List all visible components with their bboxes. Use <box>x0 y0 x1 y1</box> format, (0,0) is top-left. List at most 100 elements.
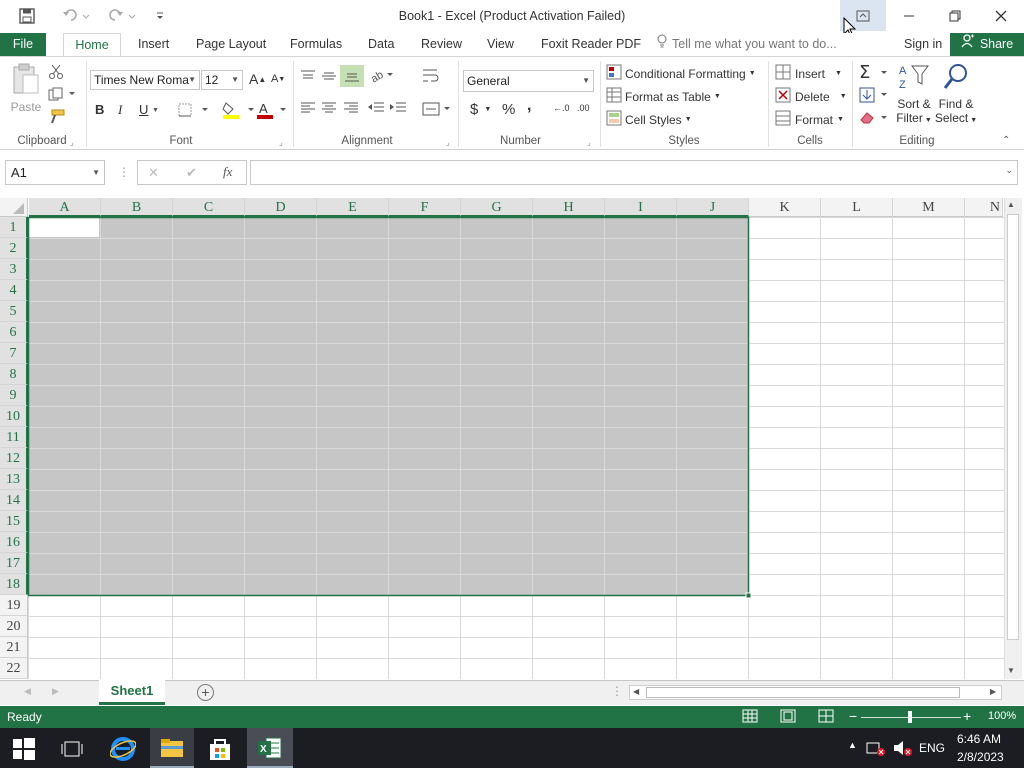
comma-button[interactable]: , <box>527 97 531 115</box>
insert-cells-button[interactable]: Insert ▼ <box>775 64 842 83</box>
chevron-down-icon[interactable]: ⌄ <box>1005 165 1013 176</box>
merge-center-icon[interactable] <box>422 101 452 117</box>
tab-formulas[interactable]: Formulas <box>290 33 342 56</box>
close-button[interactable] <box>978 0 1024 31</box>
underline-button[interactable]: U <box>139 102 148 117</box>
column-header-h[interactable]: H <box>533 198 605 217</box>
fill-color-icon[interactable] <box>222 101 256 119</box>
page-layout-view-icon[interactable] <box>780 709 796 726</box>
name-box[interactable]: A1 ▼ <box>5 160 105 185</box>
grow-font-button[interactable]: A ▲ <box>249 71 266 87</box>
horizontal-scrollbar[interactable]: ◀ ▶ <box>629 685 1002 700</box>
column-header-j[interactable]: J <box>677 198 749 217</box>
row-header-19[interactable]: 19 <box>0 595 28 616</box>
share-button[interactable]: Share <box>950 33 1024 56</box>
row-header-5[interactable]: 5 <box>0 301 28 322</box>
row-header-2[interactable]: 2 <box>0 238 28 259</box>
sheet-tab-sheet1[interactable]: Sheet1 <box>99 680 165 705</box>
format-as-table-button[interactable]: Format as Table ▼ <box>606 87 721 106</box>
font-launcher-icon[interactable]: ⌟ <box>279 138 283 147</box>
chevron-down-icon[interactable]: ▼ <box>152 107 159 114</box>
task-view-icon[interactable] <box>61 740 83 761</box>
scroll-right-icon[interactable]: ▶ <box>990 687 996 696</box>
store-icon[interactable] <box>207 737 233 764</box>
windows-start-icon[interactable] <box>13 738 35 763</box>
align-right-icon[interactable] <box>343 101 359 115</box>
top-align-icon[interactable] <box>300 69 316 83</box>
delete-cells-button[interactable]: Delete ▼ <box>775 87 847 106</box>
fill-icon[interactable] <box>859 87 889 103</box>
tab-insert[interactable]: Insert <box>138 33 169 56</box>
tab-review[interactable]: Review <box>421 33 462 56</box>
zoom-slider-thumb[interactable] <box>908 711 912 723</box>
row-header-10[interactable]: 10 <box>0 406 28 427</box>
language-indicator[interactable]: ENG <box>919 741 945 755</box>
find-select-button[interactable]: Find & Select ▼ <box>935 62 977 125</box>
paste-button[interactable]: Paste <box>8 63 44 129</box>
column-header-n[interactable]: N <box>965 198 1003 217</box>
tab-view[interactable]: View <box>487 33 514 56</box>
wrap-text-icon[interactable] <box>422 67 440 83</box>
row-header-15[interactable]: 15 <box>0 511 28 532</box>
italic-button[interactable]: I <box>118 102 122 118</box>
row-header-22[interactable]: 22 <box>0 658 28 679</box>
internet-explorer-icon[interactable] <box>109 736 137 765</box>
alignment-launcher-icon[interactable]: ⌟ <box>446 138 450 147</box>
autosum-icon[interactable]: Σ <box>859 63 889 81</box>
column-header-l[interactable]: L <box>821 198 893 217</box>
orientation-icon[interactable]: ab <box>369 67 395 83</box>
font-size-select[interactable]: 12 ▼ <box>201 70 243 90</box>
row-header-4[interactable]: 4 <box>0 280 28 301</box>
font-color-icon[interactable]: A <box>256 101 288 119</box>
tell-me-box[interactable]: Tell me what you want to do... <box>657 33 837 56</box>
row-header-12[interactable]: 12 <box>0 448 28 469</box>
row-header-8[interactable]: 8 <box>0 364 28 385</box>
column-header-c[interactable]: C <box>173 198 245 217</box>
decrease-decimal-button[interactable]: .00 <box>577 103 590 113</box>
shrink-font-button[interactable]: A ▼ <box>271 73 285 85</box>
minimize-button[interactable] <box>886 0 932 31</box>
row-header-11[interactable]: 11 <box>0 427 28 448</box>
increase-indent-icon[interactable] <box>389 101 407 115</box>
clock-date[interactable]: 2/8/2023 <box>957 750 1004 764</box>
scroll-up-icon[interactable]: ▲ <box>1007 200 1015 209</box>
align-left-icon[interactable] <box>300 101 316 115</box>
currency-button[interactable]: $ ▼ <box>470 101 491 118</box>
formula-input[interactable]: ⌄ <box>250 160 1018 185</box>
sort-filter-button[interactable]: AZ Sort & Filter ▼ <box>896 62 932 125</box>
column-header-a[interactable]: A <box>29 198 101 217</box>
column-header-g[interactable]: G <box>461 198 533 217</box>
column-header-d[interactable]: D <box>245 198 317 217</box>
sign-in-link[interactable]: Sign in <box>904 33 942 56</box>
clipboard-launcher-icon[interactable]: ⌟ <box>70 138 74 147</box>
row-header-16[interactable]: 16 <box>0 532 28 553</box>
clock-time[interactable]: 6:46 AM <box>957 732 1001 746</box>
active-cell[interactable] <box>29 218 99 237</box>
bottom-align-icon[interactable] <box>340 65 364 87</box>
row-header-13[interactable]: 13 <box>0 469 28 490</box>
file-explorer-icon[interactable] <box>150 728 194 768</box>
cut-icon[interactable] <box>48 64 64 80</box>
tab-foxit-reader-pdf[interactable]: Foxit Reader PDF <box>541 33 641 56</box>
increase-decimal-button[interactable]: ←.0 <box>553 103 570 113</box>
tab-data[interactable]: Data <box>368 33 394 56</box>
row-header-21[interactable]: 21 <box>0 637 28 658</box>
column-header-e[interactable]: E <box>317 198 389 217</box>
bold-button[interactable]: B <box>95 102 104 117</box>
clear-icon[interactable] <box>859 110 889 126</box>
decrease-indent-icon[interactable] <box>367 101 385 115</box>
tab-home[interactable]: Home <box>63 33 121 57</box>
zoom-in-icon[interactable]: + <box>963 708 971 724</box>
prev-sheet-icon[interactable]: ◀ <box>24 686 31 697</box>
row-header-6[interactable]: 6 <box>0 322 28 343</box>
enter-icon[interactable]: ✔ <box>186 165 197 181</box>
cancel-icon[interactable]: ✕ <box>148 165 159 181</box>
row-header-20[interactable]: 20 <box>0 616 28 637</box>
cell-styles-button[interactable]: Cell Styles ▼ <box>606 110 692 129</box>
format-cells-button[interactable]: Format ▼ <box>775 110 844 129</box>
restore-button[interactable] <box>932 0 978 31</box>
next-sheet-icon[interactable]: ▶ <box>52 686 59 697</box>
row-header-1[interactable]: 1 <box>0 217 28 238</box>
tab-file[interactable]: File <box>0 33 46 56</box>
scroll-down-icon[interactable]: ▼ <box>1007 666 1015 675</box>
